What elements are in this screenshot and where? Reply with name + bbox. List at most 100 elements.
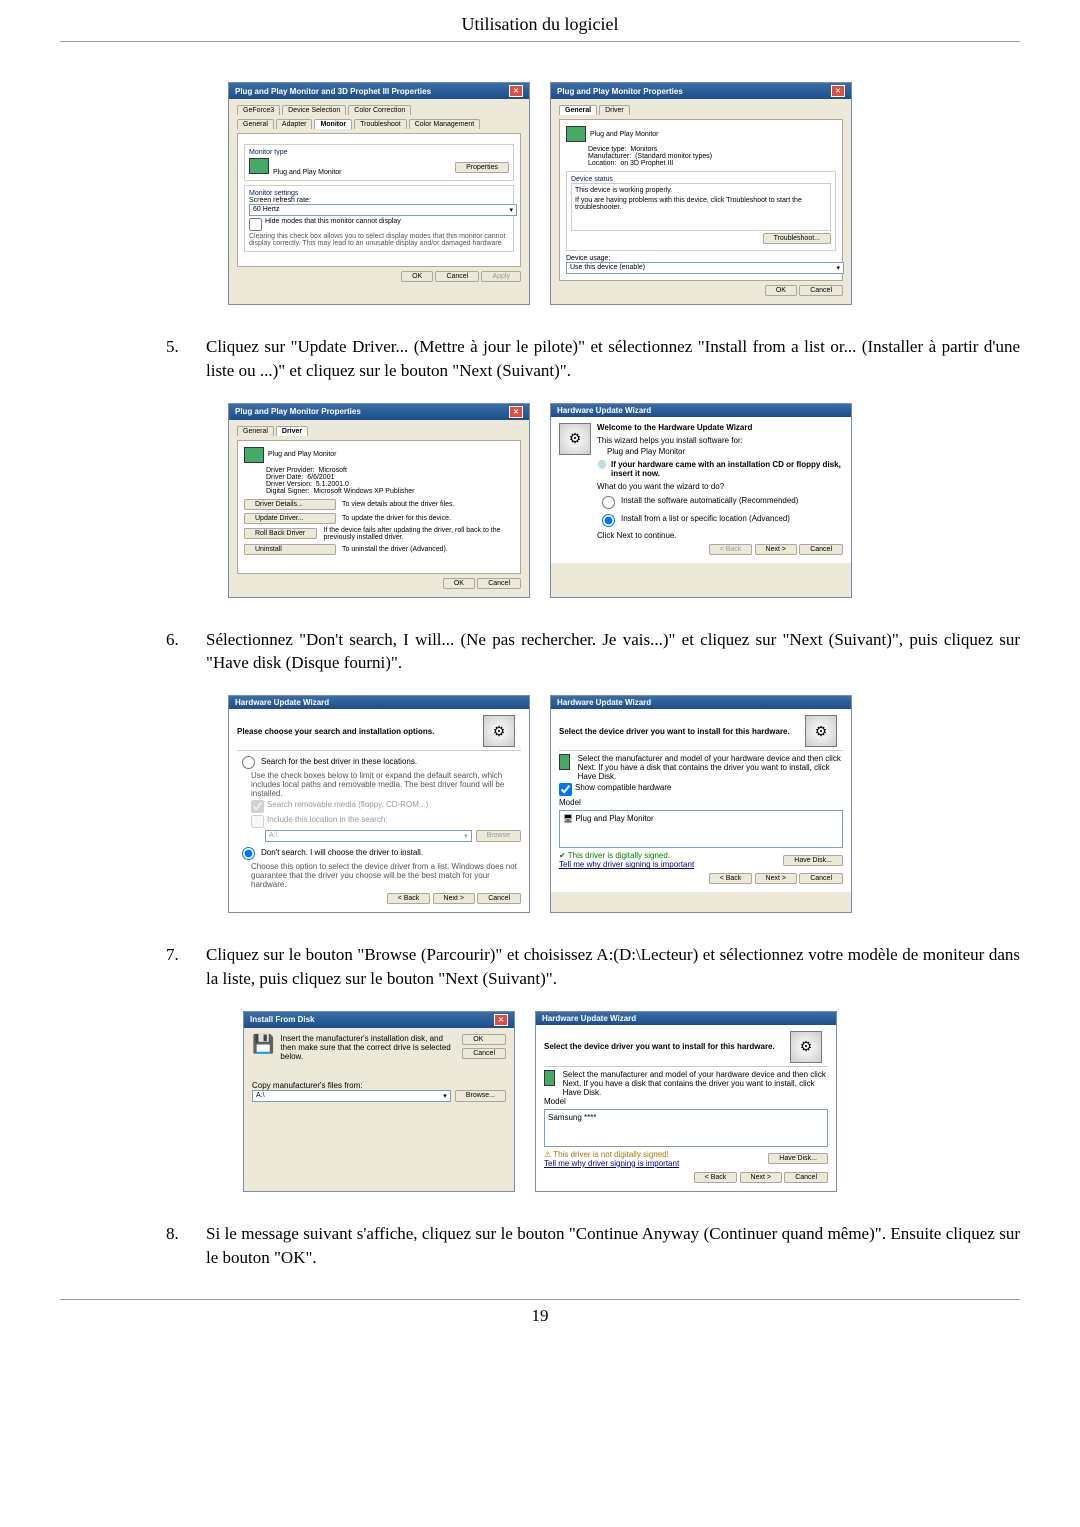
have-disk-button[interactable]: Have Disk... [768, 1153, 828, 1164]
wizard-opt-list[interactable] [602, 514, 615, 527]
tab-general[interactable]: General [237, 426, 274, 436]
hide-modes-desc: Clearing this check box allows you to se… [249, 233, 509, 247]
monitor-type-label: Monitor type [249, 149, 509, 156]
step-number: 5. [166, 335, 186, 383]
cb-location-label: Include this location in the search: [267, 815, 388, 824]
apply-button: Apply [481, 271, 521, 282]
update-driver-desc: To update the driver for this device. [342, 515, 451, 522]
next-button[interactable]: Next > [755, 544, 797, 555]
model-list[interactable]: Samsung **** [544, 1109, 828, 1147]
device-type-value: Monitors [630, 146, 657, 153]
tab-geforce3[interactable]: GeForce3 [237, 105, 280, 115]
model-item[interactable]: Samsung **** [548, 1113, 596, 1122]
back-button: < Back [709, 544, 753, 555]
troubleshoot-button[interactable]: Troubleshoot... [763, 233, 831, 244]
device-usage-dropdown[interactable]: Use this device (enable) ▾ [566, 262, 844, 274]
model-list[interactable]: 🖥 Plug and Play Monitor [559, 810, 843, 848]
cancel-button[interactable]: Cancel [435, 271, 479, 282]
dialog-hardware-wizard-welcome: Hardware Update Wizard ⚙ Welcome to the … [550, 403, 852, 598]
opt-dontsearch[interactable] [242, 847, 255, 860]
next-button[interactable]: Next > [433, 893, 475, 904]
cancel-button[interactable]: Cancel [462, 1048, 506, 1059]
wizard-heading: Select the device driver you want to ins… [544, 1042, 775, 1051]
tab-general[interactable]: General [237, 119, 274, 129]
page-header: Utilisation du logiciel [60, 0, 1020, 42]
step-number: 8. [166, 1222, 186, 1270]
ok-button[interactable]: OK [462, 1034, 506, 1045]
tab-troubleshoot[interactable]: Troubleshoot [354, 119, 407, 129]
uninstall-desc: To uninstall the driver (Advanced). [342, 546, 448, 553]
refresh-rate-dropdown[interactable]: 60 Hertz ▾ [249, 204, 517, 216]
back-button[interactable]: < Back [709, 873, 753, 884]
wizard-device: Plug and Play Monitor [607, 447, 843, 456]
close-icon[interactable]: ✕ [509, 406, 523, 418]
dialog-title: Plug and Play Monitor and 3D Prophet III… [235, 87, 431, 96]
copy-from-value: A:\ [256, 1092, 265, 1100]
driver-signed: ✔ This driver is digitally signed. [559, 851, 694, 860]
wizard-opt-auto[interactable] [602, 496, 615, 509]
tab-general[interactable]: General [559, 105, 597, 115]
rollback-driver-button[interactable]: Roll Back Driver [244, 528, 317, 539]
cb-compatible[interactable] [559, 783, 572, 796]
next-button[interactable]: Next > [740, 1172, 782, 1183]
ok-button[interactable]: OK [401, 271, 433, 282]
tab-color-management[interactable]: Color Management [409, 119, 481, 129]
wizard-icon: ⚙ [559, 423, 591, 455]
tab-adapter[interactable]: Adapter [276, 119, 313, 129]
tab-color-correction[interactable]: Color Correction [348, 105, 411, 115]
properties-button[interactable]: Properties [455, 162, 509, 173]
dialog-title: Install From Disk [250, 1015, 314, 1024]
browse-button[interactable]: Browse... [455, 1090, 506, 1102]
tab-driver[interactable]: Driver [276, 426, 308, 436]
tab-driver[interactable]: Driver [599, 105, 630, 115]
cancel-button[interactable]: Cancel [477, 578, 521, 589]
wizard-icon: ⚙ [483, 715, 515, 747]
ok-button[interactable]: OK [443, 578, 475, 589]
wizard-opt-auto-label: Install the software automatically (Reco… [621, 496, 798, 505]
device-name: Plug and Play Monitor [268, 451, 336, 458]
close-icon[interactable]: ✕ [494, 1014, 508, 1026]
dialog-hardware-wizard-select-samsung: Hardware Update Wizard Select the device… [535, 1011, 837, 1192]
model-item[interactable]: 🖥 Plug and Play Monitor [563, 814, 654, 823]
browse-button: Browse [476, 830, 521, 842]
dialog-title: Hardware Update Wizard [542, 1014, 636, 1023]
monitor-icon [559, 754, 570, 770]
monitor-icon [544, 1070, 555, 1086]
back-button[interactable]: < Back [694, 1172, 738, 1183]
cb-removable [251, 800, 264, 813]
close-icon[interactable]: ✕ [831, 85, 845, 97]
tab-device-selection[interactable]: Device Selection [282, 105, 346, 115]
step-text: Cliquez sur le bouton "Browse (Parcourir… [206, 943, 1020, 991]
next-button[interactable]: Next > [755, 873, 797, 884]
monitor-settings-label: Monitor settings [249, 190, 509, 197]
cancel-button[interactable]: Cancel [799, 544, 843, 555]
update-driver-button[interactable]: Update Driver... [244, 513, 336, 524]
back-button[interactable]: < Back [387, 893, 431, 904]
location-label: Location: [588, 160, 616, 167]
driver-details-button[interactable]: Driver Details... [244, 499, 336, 510]
driver-signed-link[interactable]: Tell me why driver signing is important [559, 860, 694, 869]
opt-search-label: Search for the best driver in these loca… [261, 757, 417, 766]
hide-modes-checkbox[interactable] [249, 218, 262, 231]
driver-not-signed: ⚠ This driver is not digitally signed! [544, 1150, 679, 1159]
location-value: on 3D Prophet III [620, 160, 673, 167]
dialog-title: Plug and Play Monitor Properties [557, 87, 683, 96]
tab-monitor[interactable]: Monitor [314, 119, 352, 129]
opt-search-desc: Use the check boxes below to limit or ex… [251, 771, 521, 798]
device-type-label: Device type: [588, 146, 627, 153]
cancel-button[interactable]: Cancel [799, 285, 843, 296]
manufacturer-value: (Standard monitor types) [635, 153, 712, 160]
refresh-rate-label: Screen refresh rate: [249, 197, 509, 204]
close-icon[interactable]: ✕ [509, 85, 523, 97]
driver-signed-link[interactable]: Tell me why driver signing is important [544, 1159, 679, 1168]
cancel-button[interactable]: Cancel [784, 1172, 828, 1183]
cancel-button[interactable]: Cancel [477, 893, 521, 904]
opt-search[interactable] [242, 756, 255, 769]
cancel-button[interactable]: Cancel [799, 873, 843, 884]
ok-button[interactable]: OK [765, 285, 797, 296]
refresh-rate-value: 60 Hertz [253, 206, 279, 214]
copy-from-dropdown[interactable]: A:\▾ [252, 1090, 451, 1102]
wizard-desc: Select the manufacturer and model of you… [578, 754, 843, 781]
uninstall-button[interactable]: Uninstall [244, 544, 336, 555]
have-disk-button[interactable]: Have Disk... [783, 855, 843, 866]
